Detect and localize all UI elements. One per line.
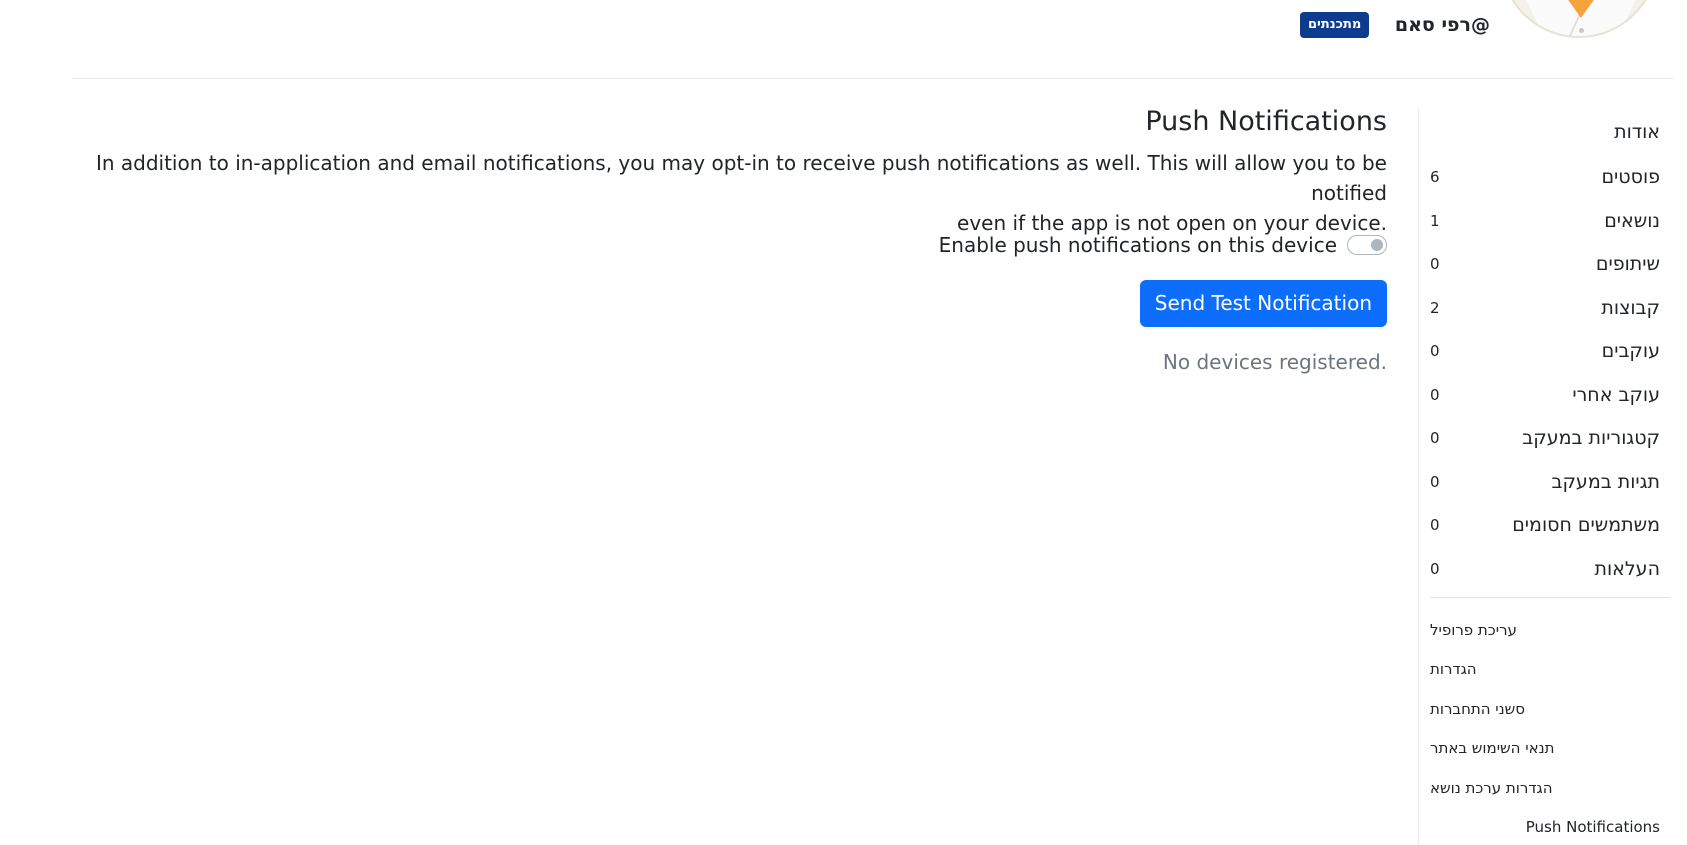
sidebar-item-posts[interactable]: פוסטים 6	[1430, 156, 1660, 200]
sidebar-link-terms-of-use[interactable]: תנאי השימוש באתר	[1430, 729, 1660, 769]
sidebar-item-count: 0	[1430, 472, 1440, 491]
sidebar-settings-nav: עריכת פרופיל הגדרות סשני התחברות תנאי הש…	[1430, 610, 1660, 845]
sidebar-item-count: 0	[1430, 385, 1440, 404]
page: @רפי סאם מתכנתים אודות פוסטים 6 נושאים 1…	[0, 0, 1687, 845]
sidebar-item-about[interactable]: אודות	[1430, 110, 1660, 154]
sidebar-link-settings[interactable]: הגדרות	[1430, 650, 1660, 690]
sidebar-item-label: קטגוריות במעקב	[1522, 427, 1660, 450]
sidebar-item-groups[interactable]: קבוצות 2	[1430, 286, 1660, 330]
sidebar-item-count: 2	[1430, 298, 1440, 317]
sidebar-item-label: שיתופים	[1595, 253, 1660, 276]
sidebar-item-count: 0	[1430, 516, 1440, 535]
sidebar-item-label: פוסטים	[1601, 166, 1660, 189]
push-description: In addition to in-application and email …	[90, 148, 1387, 238]
sidebar-item-label: אודות	[1614, 120, 1660, 143]
sidebar-link-push-notifications[interactable]: Push Notifications	[1430, 808, 1660, 845]
sidebar-item-topics[interactable]: נושאים 1	[1430, 199, 1660, 243]
sidebar-item-label: עוקבים	[1601, 340, 1660, 363]
send-test-notification-button[interactable]: Send Test Notification	[1139, 280, 1387, 327]
sidebar-item-label: נושאים	[1604, 209, 1660, 232]
push-toggle-switch[interactable]	[1347, 235, 1387, 255]
sidebar-item-label: העלאות	[1594, 557, 1660, 580]
sidebar-item-watched-tags[interactable]: תגיות במעקב 0	[1430, 460, 1660, 504]
sidebar-item-followers[interactable]: עוקבים 0	[1430, 330, 1660, 374]
sidebar-link-edit-profile[interactable]: עריכת פרופיל	[1430, 610, 1660, 650]
header-divider	[72, 78, 1673, 79]
sidebar-item-count: 1	[1430, 211, 1440, 230]
sidebar-item-count: 0	[1430, 429, 1440, 448]
sidebar-link-theme-settings[interactable]: הגדרות ערכת נושא	[1430, 768, 1660, 808]
avatar[interactable]	[1500, 0, 1658, 38]
sidebar-item-label: תגיות במעקב	[1551, 470, 1660, 493]
sidebar-item-count: 0	[1430, 342, 1440, 361]
role-badge[interactable]: מתכנתים	[1300, 12, 1370, 38]
sidebar-item-blocked-users[interactable]: משתמשים חסומים 0	[1430, 504, 1660, 548]
sidebar-item-label: משתמשים חסומים	[1512, 514, 1660, 537]
push-toggle-label: Enable push notifications on this device	[938, 233, 1337, 257]
sidebar-divider	[1430, 597, 1670, 598]
sidebar-nav: אודות פוסטים 6 נושאים 1 שיתופים 0 קבוצות…	[1430, 112, 1660, 591]
no-devices-message: .No devices registered	[1162, 350, 1387, 374]
page-title: Push Notifications	[1145, 106, 1387, 137]
username: @רפי סאם	[1394, 14, 1490, 36]
toggle-knob	[1371, 239, 1383, 251]
push-description-line-1: In addition to in-application and email …	[95, 151, 1387, 205]
sidebar-item-uploads[interactable]: העלאות 0	[1430, 547, 1660, 591]
avatar-button	[1579, 28, 1584, 33]
sidebar-item-count: 0	[1430, 255, 1440, 274]
sidebar-item-label: קבוצות	[1601, 296, 1660, 319]
sidebar-item-count: 6	[1430, 168, 1440, 187]
sidebar-item-following[interactable]: עוקב אחרי 0	[1430, 373, 1660, 417]
sidebar-item-watched-categories[interactable]: קטגוריות במעקב 0	[1430, 417, 1660, 461]
sidebar-link-login-sessions[interactable]: סשני התחברות	[1430, 689, 1660, 729]
sidebar-border	[1418, 108, 1419, 845]
push-toggle-row: Enable push notifications on this device	[939, 230, 1387, 260]
sidebar-item-count: 0	[1430, 559, 1440, 578]
sidebar-item-label: עוקב אחרי	[1572, 383, 1660, 406]
sidebar-item-shares[interactable]: שיתופים 0	[1430, 243, 1660, 287]
